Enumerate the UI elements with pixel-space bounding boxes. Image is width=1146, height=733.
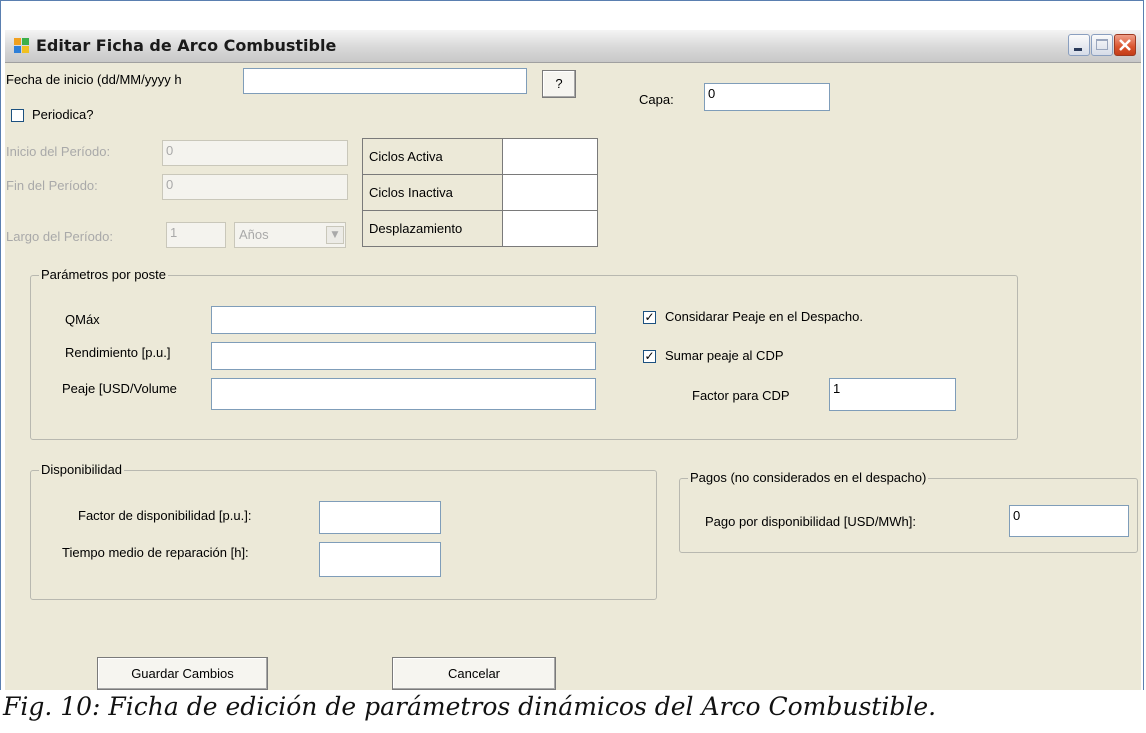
factor-disponibilidad-input[interactable] [319,501,441,534]
desplazamiento-label: Desplazamiento [362,210,503,247]
factor-disponibilidad-label: Factor de disponibilidad [p.u.]: [78,508,252,523]
unidad-periodo-value: Años [239,227,269,242]
peaje-input[interactable] [211,378,596,410]
largo-periodo-input[interactable]: 1 [166,222,226,248]
unidad-periodo-select[interactable]: Años ▼ [234,222,346,248]
close-button[interactable] [1114,34,1136,56]
considerar-peaje-label: Considarar Peaje en el Despacho. [665,309,864,324]
cancelar-button[interactable]: Cancelar [392,657,556,690]
guardar-cambios-button[interactable]: Guardar Cambios [97,657,268,690]
tiempo-reparacion-label: Tiempo medio de reparación [h]: [62,545,249,560]
factor-cdp-label: Factor para CDP [692,388,790,403]
window-title: Editar Ficha de Arco Combustible [36,36,337,55]
pago-disponibilidad-input[interactable]: 0 [1009,505,1129,537]
check-mark-icon: ✓ [644,349,655,363]
fecha-label: Fecha de inicio (dd/MM/yyyy h [6,72,182,87]
capa-label: Capa: [639,92,674,107]
table-row: Ciclos Activa [362,138,598,175]
disponibilidad-group-title: Disponibilidad [39,462,124,477]
rendimiento-label: Rendimiento [p.u.] [65,345,171,360]
pagos-group-title: Pagos (no considerados en el despacho) [688,470,929,485]
qmax-label: QMáx [65,312,100,327]
title-bar[interactable]: Editar Ficha de Arco Combustible [5,30,1141,63]
desplazamiento-cell[interactable] [502,210,598,247]
help-button[interactable]: ? [542,70,576,98]
chevron-down-icon[interactable]: ▼ [326,226,344,244]
close-icon [1119,39,1131,51]
pago-disponibilidad-label: Pago por disponibilidad [USD/MWh]: [705,514,916,529]
inicio-periodo-input[interactable]: 0 [162,140,348,166]
ciclos-table: Ciclos Activa Ciclos Inactiva Desplazami… [362,138,598,247]
table-row: Ciclos Inactiva [362,174,598,211]
disponibilidad-group: Disponibilidad [30,462,657,600]
ciclos-inactiva-label: Ciclos Inactiva [362,174,503,211]
fecha-input[interactable] [243,68,527,94]
peaje-label: Peaje [USD/Volume [62,381,177,396]
ciclos-activa-cell[interactable] [502,138,598,175]
fin-periodo-label: Fin del Período: [6,178,98,193]
app-icon [14,38,30,54]
ciclos-activa-label: Ciclos Activa [362,138,503,175]
minimize-icon [1074,48,1082,51]
minimize-button[interactable] [1068,34,1090,56]
parametros-group-title: Parámetros por poste [39,267,169,282]
maximize-icon [1096,39,1108,50]
factor-cdp-input[interactable]: 1 [829,378,956,411]
tiempo-reparacion-input[interactable] [319,542,441,577]
check-mark-icon: ✓ [644,310,655,324]
capa-input[interactable]: 0 [704,83,830,111]
ciclos-inactiva-cell[interactable] [502,174,598,211]
fin-periodo-input[interactable]: 0 [162,174,348,200]
inicio-periodo-label: Inicio del Período: [6,144,111,159]
periodica-checkbox[interactable] [11,109,24,122]
periodica-label: Periodica? [32,107,94,122]
largo-periodo-label: Largo del Período: [6,229,113,244]
sumar-peaje-label: Sumar peaje al CDP [665,348,784,363]
figure-caption: Fig. 10: Ficha de edición de parámetros … [3,692,937,721]
sumar-peaje-checkbox[interactable]: ✓ [643,350,656,363]
maximize-button[interactable] [1091,34,1113,56]
qmax-input[interactable] [211,306,596,334]
considerar-peaje-checkbox[interactable]: ✓ [643,311,656,324]
rendimiento-input[interactable] [211,342,596,370]
table-row: Desplazamiento [362,210,598,247]
